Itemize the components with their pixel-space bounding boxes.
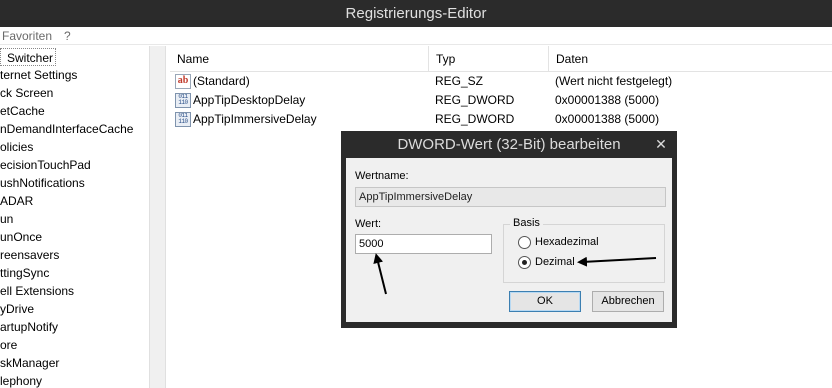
arrow-to-decimal-option	[577, 256, 657, 267]
annotation-arrows	[373, 253, 657, 295]
arrow-to-value-field	[373, 253, 387, 295]
